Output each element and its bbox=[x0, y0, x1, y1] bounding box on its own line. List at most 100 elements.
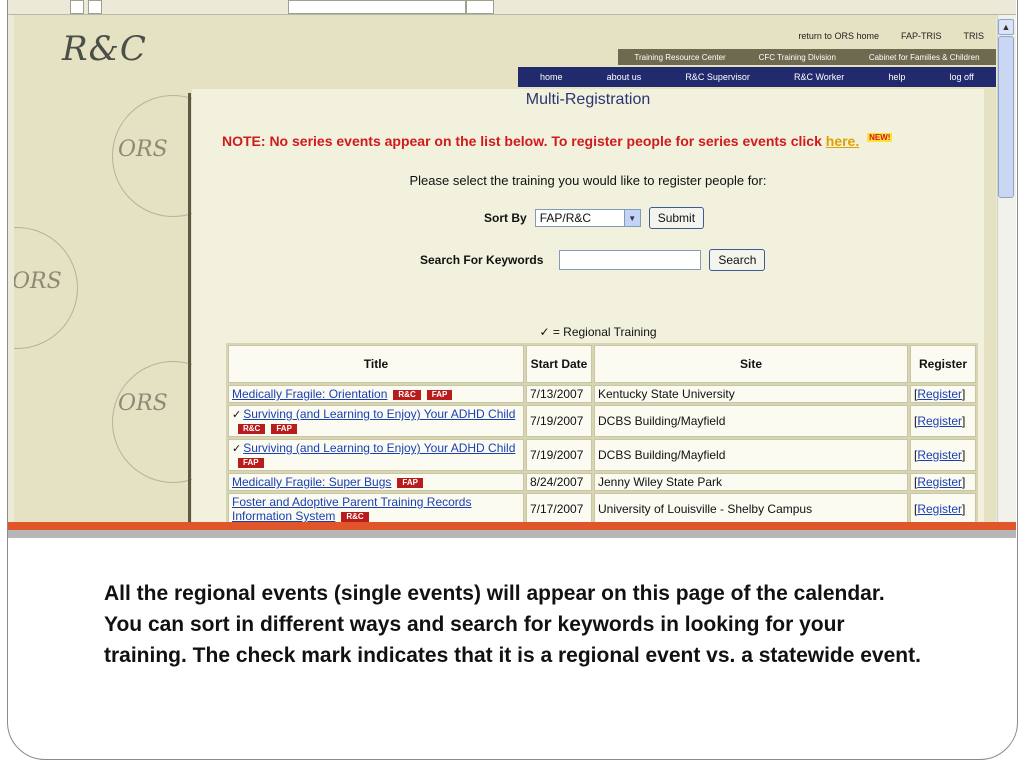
register-link[interactable]: Register bbox=[917, 475, 962, 489]
cell-site: Jenny Wiley State Park bbox=[594, 473, 908, 491]
cell-register: [Register] bbox=[910, 473, 976, 491]
sort-select[interactable]: FAP/R&C ▼ bbox=[534, 209, 641, 227]
ors-watermark: ORS bbox=[118, 137, 168, 162]
new-badge: NEW! bbox=[867, 133, 893, 142]
regional-check-icon: ✓ bbox=[232, 409, 242, 421]
training-title-link[interactable]: Medically Fragile: Orientation bbox=[232, 387, 387, 401]
bracket: ] bbox=[962, 448, 966, 462]
cell-start-date: 8/24/2007 bbox=[526, 473, 592, 491]
top-links: return to ORS home FAP-TRIS TRIS bbox=[798, 31, 984, 46]
table-row: Medically Fragile: Orientation R&C FAP 7/13… bbox=[228, 385, 976, 403]
sort-label: Sort By bbox=[484, 211, 527, 225]
address-field[interactable] bbox=[288, 0, 466, 14]
col-register: Register bbox=[910, 345, 976, 383]
cell-register: [Register] bbox=[910, 405, 976, 437]
col-start-date: Start Date bbox=[526, 345, 592, 383]
register-link[interactable]: Register bbox=[917, 414, 962, 428]
sort-row: Sort By FAP/R&C ▼ Submit bbox=[484, 207, 705, 229]
cell-site: University of Louisville - Shelby Campus bbox=[594, 493, 908, 522]
regional-check-icon: ✓ bbox=[232, 443, 242, 455]
bracket: ] bbox=[962, 502, 966, 516]
program-badge: R&C bbox=[238, 423, 266, 434]
register-link[interactable]: Register bbox=[917, 502, 962, 516]
table-row: Medically Fragile: Super Bugs FAP 8/24/200… bbox=[228, 473, 976, 491]
bracket: ] bbox=[962, 387, 966, 401]
toolbar-button[interactable] bbox=[70, 0, 84, 14]
table-row: ✓ Surviving (and Learning to Enjoy) Your … bbox=[228, 405, 976, 437]
ors-watermark: ORS bbox=[118, 391, 168, 416]
nav-cfc-training-division[interactable]: CFC Training Division bbox=[759, 53, 836, 62]
series-note: NOTE: No series events appear on the lis… bbox=[222, 133, 893, 149]
web-page: R&C ORS ORS ORS return to ORS home FAP-T… bbox=[14, 15, 996, 522]
cell-title: ✓ Surviving (and Learning to Enjoy) Your … bbox=[228, 405, 524, 437]
nav-log-off[interactable]: log off bbox=[950, 72, 974, 82]
browser-toolbar bbox=[8, 0, 1016, 15]
table-row: ✓ Surviving (and Learning to Enjoy) Your … bbox=[228, 439, 976, 471]
cell-register: [Register] bbox=[910, 439, 976, 471]
accent-bar-grey bbox=[8, 530, 1016, 538]
accent-bar-orange bbox=[8, 522, 1016, 530]
nav-about-us[interactable]: about us bbox=[607, 72, 642, 82]
bracket: ] bbox=[962, 475, 966, 489]
bracket: ] bbox=[962, 414, 966, 428]
training-table: Title Start Date Site Register Medically… bbox=[226, 343, 978, 522]
nav-cabinet-families-children[interactable]: Cabinet for Families & Children bbox=[869, 53, 980, 62]
register-link[interactable]: Register bbox=[917, 387, 962, 401]
nav-rc-worker[interactable]: R&C Worker bbox=[794, 72, 844, 82]
cell-start-date: 7/19/2007 bbox=[526, 405, 592, 437]
program-badge: FAP bbox=[238, 457, 264, 468]
program-badge: FAP bbox=[397, 477, 423, 488]
main-content: Multi-Registration NOTE: No series event… bbox=[192, 89, 984, 522]
primary-nav: home about us R&C Supervisor R&C Worker … bbox=[518, 67, 996, 87]
link-return-ors-home[interactable]: return to ORS home bbox=[798, 31, 879, 46]
slide-caption: All the regional events (single events) … bbox=[104, 582, 921, 667]
table-header-row: Title Start Date Site Register bbox=[228, 345, 976, 383]
link-fap-tris[interactable]: FAP-TRIS bbox=[901, 31, 942, 46]
cell-title: ✓ Surviving (and Learning to Enjoy) Your … bbox=[228, 439, 524, 471]
search-label: Search For Keywords bbox=[420, 253, 544, 267]
page-title: Multi-Registration bbox=[525, 91, 651, 108]
toolbar-button[interactable] bbox=[466, 0, 494, 14]
cell-register: [Register] bbox=[910, 493, 976, 522]
training-title-link[interactable]: Surviving (and Learning to Enjoy) Your A… bbox=[243, 407, 515, 421]
program-badge: FAP bbox=[426, 389, 453, 400]
nav-home[interactable]: home bbox=[540, 72, 563, 82]
site-logo: R&C bbox=[62, 29, 147, 69]
cell-site: Kentucky State University bbox=[594, 385, 908, 403]
selection-prompt: Please select the training you would lik… bbox=[409, 173, 767, 188]
nav-help[interactable]: help bbox=[888, 72, 905, 82]
secondary-nav: Training Resource Center CFC Training Di… bbox=[618, 49, 996, 65]
cell-title: Medically Fragile: Super Bugs FAP bbox=[228, 473, 524, 491]
toolbar-button[interactable] bbox=[88, 0, 102, 14]
cell-register: [Register] bbox=[910, 385, 976, 403]
cell-start-date: 7/19/2007 bbox=[526, 439, 592, 471]
nav-training-resource-center[interactable]: Training Resource Center bbox=[634, 53, 725, 62]
search-input[interactable] bbox=[559, 250, 702, 270]
training-title-link[interactable]: Surviving (and Learning to Enjoy) Your A… bbox=[243, 441, 515, 455]
submit-button[interactable]: Submit bbox=[648, 207, 705, 229]
series-events-link[interactable]: here. bbox=[826, 133, 859, 149]
chevron-down-icon[interactable]: ▼ bbox=[623, 210, 640, 226]
scroll-thumb[interactable] bbox=[998, 36, 1014, 198]
program-badge: R&C bbox=[341, 511, 369, 522]
sort-value: FAP/R&C bbox=[539, 211, 592, 225]
col-title: Title bbox=[228, 345, 524, 383]
note-text: NOTE: No series events appear on the lis… bbox=[222, 133, 822, 149]
content-divider bbox=[188, 93, 191, 522]
cell-start-date: 7/13/2007 bbox=[526, 385, 592, 403]
nav-rc-supervisor[interactable]: R&C Supervisor bbox=[685, 72, 750, 82]
regional-legend: ✓ = Regional Training bbox=[539, 325, 657, 339]
register-link[interactable]: Register bbox=[917, 448, 962, 462]
table-row: Foster and Adoptive Parent Training Reco… bbox=[228, 493, 976, 522]
cell-title: Medically Fragile: Orientation R&C FAP bbox=[228, 385, 524, 403]
program-badge: R&C bbox=[393, 389, 421, 400]
search-button[interactable]: Search bbox=[709, 249, 766, 271]
training-title-link[interactable]: Medically Fragile: Super Bugs bbox=[232, 475, 391, 489]
search-row: Search For Keywords Search bbox=[420, 249, 766, 271]
scroll-up-icon[interactable]: ▲ bbox=[998, 19, 1014, 35]
cell-site: DCBS Building/Mayfield bbox=[594, 439, 908, 471]
col-site: Site bbox=[594, 345, 908, 383]
link-tris[interactable]: TRIS bbox=[963, 31, 984, 46]
cell-title: Foster and Adoptive Parent Training Reco… bbox=[228, 493, 524, 522]
training-table-wrap: Title Start Date Site Register Medically… bbox=[226, 343, 978, 522]
